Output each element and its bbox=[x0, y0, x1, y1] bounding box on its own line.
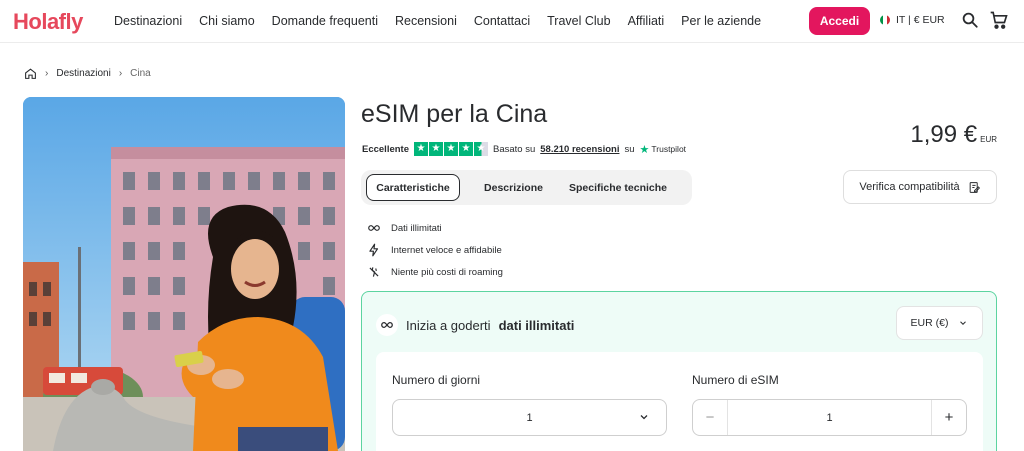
rating-stars: ★ ★ ★ ★ ★ bbox=[414, 142, 488, 156]
nav-per-le-aziende[interactable]: Per le aziende bbox=[681, 14, 761, 28]
top-nav-bar: Holafly Destinazioni Chi siamo Domande f… bbox=[0, 0, 1024, 43]
feature-text: Dati illimitati bbox=[391, 222, 442, 234]
on-text: su bbox=[624, 143, 635, 155]
check-compatibility-button[interactable]: Verifica compatibilità bbox=[843, 170, 997, 204]
chevron-down-icon bbox=[640, 415, 648, 420]
compat-label: Verifica compatibilità bbox=[859, 181, 960, 193]
feature-item: Dati illimitati bbox=[367, 217, 503, 239]
feature-item: Internet veloce e affidabile bbox=[367, 239, 503, 261]
price-currency: EUR bbox=[980, 135, 997, 144]
hero-photo bbox=[23, 97, 345, 451]
nav-recensioni[interactable]: Recensioni bbox=[395, 14, 457, 28]
star-icon: ★ bbox=[429, 142, 443, 156]
esim-quantity-stepper: − 1 + bbox=[692, 399, 967, 436]
trustpilot-rating: Eccellente ★ ★ ★ ★ ★ Basato su 58.210 re… bbox=[362, 142, 686, 156]
product-tabs: Caratteristiche Descrizione Specifiche t… bbox=[361, 170, 692, 205]
holafly-logo[interactable]: Holafly bbox=[13, 9, 83, 35]
plan-heading: Inizia a goderti dati illimitati bbox=[376, 314, 574, 336]
feature-text: Internet veloce e affidabile bbox=[391, 244, 502, 256]
half-star-icon: ★ bbox=[474, 142, 488, 156]
breadcrumb-separator: › bbox=[118, 68, 123, 79]
chevron-down-icon bbox=[960, 321, 967, 325]
nav-contattaci[interactable]: Contattaci bbox=[474, 14, 530, 28]
locale-label: IT | € EUR bbox=[896, 14, 945, 26]
infinity-icon bbox=[368, 225, 380, 231]
nav-affiliati[interactable]: Affiliati bbox=[628, 14, 665, 28]
trustpilot-star-icon: ★ bbox=[639, 143, 650, 156]
plan-heading-bold: dati illimitati bbox=[498, 317, 575, 333]
star-icon: ★ bbox=[414, 142, 428, 156]
currency-select[interactable]: EUR (€) bbox=[896, 306, 983, 340]
tab-specifiche-tecniche[interactable]: Specifiche tecniche bbox=[567, 174, 669, 201]
breadcrumb-destinazioni[interactable]: Destinazioni bbox=[56, 68, 110, 79]
price-value: 1,99 € bbox=[910, 121, 978, 148]
home-icon[interactable] bbox=[24, 67, 37, 80]
nav-chi-siamo[interactable]: Chi siamo bbox=[199, 14, 255, 28]
login-button[interactable]: Accedi bbox=[809, 7, 870, 35]
nav-domande-frequenti[interactable]: Domande frequenti bbox=[272, 14, 378, 28]
bolt-icon bbox=[369, 243, 379, 257]
search-icon[interactable] bbox=[961, 11, 979, 29]
nav-destinazioni[interactable]: Destinazioni bbox=[114, 14, 182, 28]
esim-count-label: Numero di eSIM bbox=[692, 373, 779, 387]
star-icon: ★ bbox=[459, 142, 473, 156]
breadcrumb-cina: Cina bbox=[130, 68, 151, 79]
days-label: Numero di giorni bbox=[392, 373, 481, 387]
days-value: 1 bbox=[526, 411, 533, 424]
tab-descrizione[interactable]: Descrizione bbox=[460, 174, 567, 201]
feature-item: Niente più costi di roaming bbox=[367, 261, 503, 283]
product-hero-image bbox=[23, 97, 345, 451]
tab-caratteristiche[interactable]: Caratteristiche bbox=[366, 174, 460, 201]
breadcrumb: › Destinazioni › Cina bbox=[24, 67, 151, 80]
based-on-text: Basato su bbox=[493, 143, 536, 155]
feature-text: Niente più costi di roaming bbox=[391, 266, 503, 278]
esim-quantity-value[interactable]: 1 bbox=[728, 412, 931, 424]
no-roaming-icon bbox=[369, 267, 379, 277]
trustpilot-logo[interactable]: ★ Trustpilot bbox=[640, 143, 687, 156]
plan-configurator: Inizia a goderti dati illimitati EUR (€) … bbox=[361, 291, 997, 451]
product-price: 1,99 € EUR bbox=[910, 121, 997, 149]
plan-heading-prefix: Inizia a goderti bbox=[406, 317, 491, 333]
locale-selector[interactable]: IT | € EUR bbox=[880, 14, 945, 26]
days-select[interactable]: 1 bbox=[392, 399, 667, 436]
nav-travel-club[interactable]: Travel Club bbox=[547, 14, 610, 28]
cart-icon[interactable] bbox=[989, 10, 1009, 30]
breadcrumb-separator: › bbox=[45, 68, 49, 79]
currency-value: EUR (€) bbox=[910, 317, 949, 329]
infinity-icon bbox=[376, 314, 398, 336]
italy-flag-icon bbox=[880, 15, 890, 25]
plan-options-card: Numero di giorni 1 Numero di eSIM − 1 + bbox=[376, 352, 983, 451]
rating-label: Eccellente bbox=[362, 143, 409, 155]
trustpilot-label: Trustpilot bbox=[651, 144, 687, 154]
edit-check-icon bbox=[969, 181, 980, 193]
decrement-button[interactable]: − bbox=[693, 400, 728, 435]
features-list: Dati illimitati Internet veloce e affida… bbox=[367, 217, 503, 283]
star-icon: ★ bbox=[444, 142, 458, 156]
product-title: eSIM per la Cina bbox=[361, 100, 548, 128]
main-nav: Destinazioni Chi siamo Domande frequenti… bbox=[114, 14, 778, 28]
increment-button[interactable]: + bbox=[931, 400, 966, 435]
reviews-link[interactable]: 58.210 recensioni bbox=[540, 144, 619, 155]
